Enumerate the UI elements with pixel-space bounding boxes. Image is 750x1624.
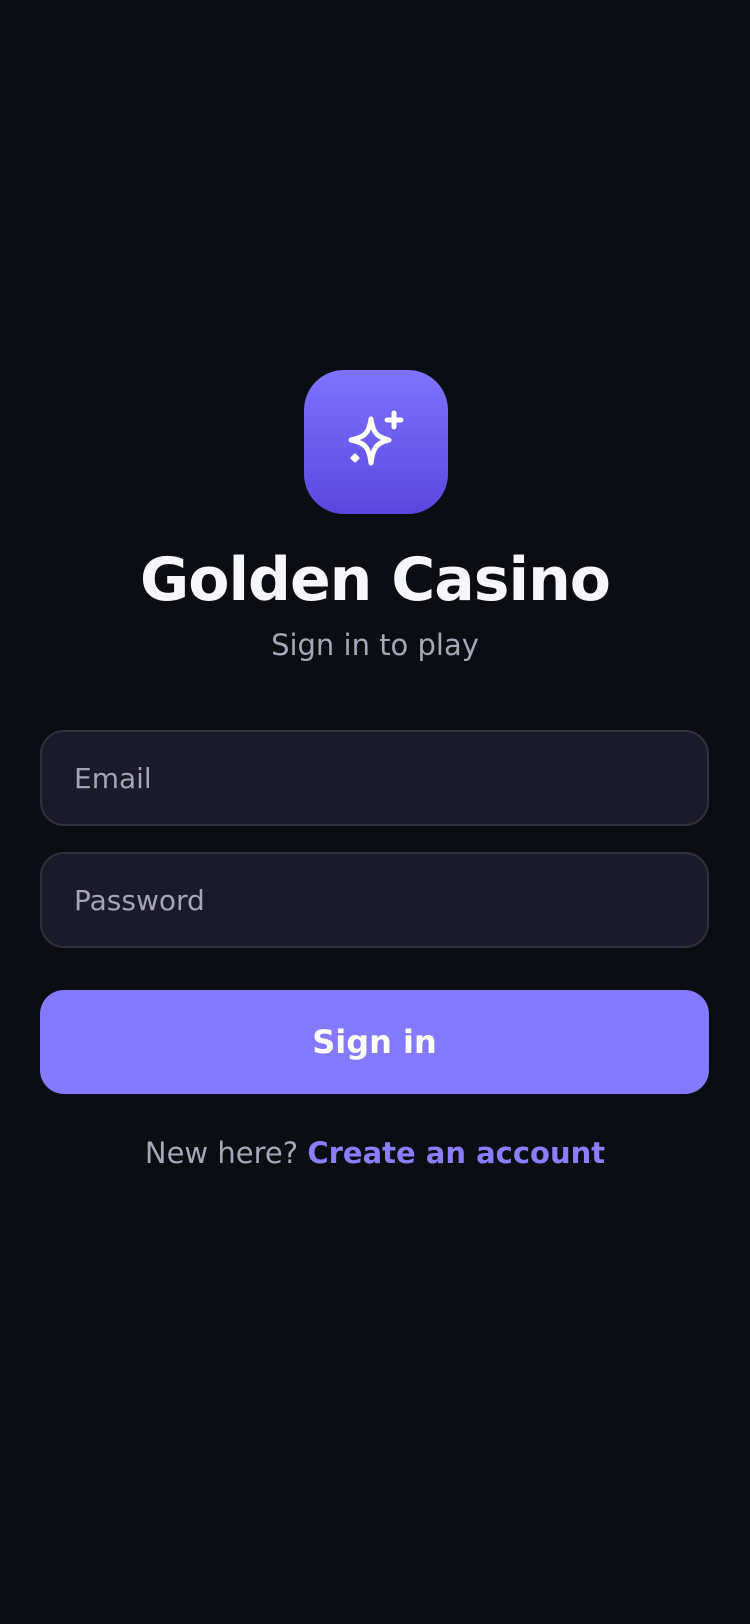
email-field[interactable] [40,730,709,826]
sign-in-button[interactable]: Sign in [40,990,709,1094]
signup-prompt-text: New here? [144,1136,299,1170]
page-subtitle: Sign in to play [271,628,479,662]
login-screen: Golden Casino Sign in to play Sign in Ne… [0,0,750,1624]
page-title: Golden Casino [139,545,611,615]
app-logo [304,370,448,514]
create-account-link[interactable]: Create an account [307,1136,605,1170]
signup-prompt: New here? Create an account [0,1133,750,1173]
sparkles-icon [348,410,404,466]
password-field[interactable] [40,852,709,948]
